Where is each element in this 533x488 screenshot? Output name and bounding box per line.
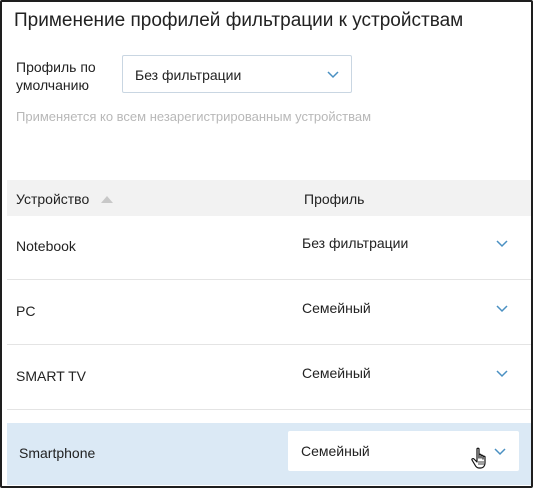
sort-ascending-icon[interactable] [101,196,113,203]
table-row: SMART TV Семейный [7,346,531,410]
table-row-selected: Smartphone Семейный [7,423,531,485]
profile-select-value[interactable]: Семейный [302,300,371,316]
device-name: Notebook [16,238,76,254]
default-profile-label: Профиль по умолчанию [16,59,96,93]
device-name: Smartphone [19,445,96,461]
column-header-profile: Профиль [304,191,365,207]
device-name: PC [16,303,36,319]
chevron-down-icon[interactable] [496,305,508,313]
table-row: Notebook Без фильтрации [7,216,531,280]
default-profile-select[interactable]: Без фильтрации [122,55,352,93]
default-profile-value: Без фильтрации [135,67,242,83]
profile-select-value: Семейный [301,443,370,459]
chevron-down-icon[interactable] [496,370,508,378]
chevron-down-icon [494,448,506,456]
page-title: Применение профилей фильтрации к устройс… [14,10,464,31]
column-header-device[interactable]: Устройство [16,191,89,207]
table-row: PC Семейный [7,281,531,345]
table-header: Устройство Профиль [7,180,531,216]
dialog-window: Применение профилей фильтрации к устройс… [0,0,533,488]
profile-select-value[interactable]: Семейный [302,365,371,381]
device-name: SMART TV [16,368,87,384]
chevron-down-icon [327,71,339,79]
chevron-down-icon[interactable] [496,240,508,248]
hand-pointer-icon [471,447,486,469]
default-profile-hint: Применяется ко всем незарегистрированным… [16,109,372,124]
profile-select-value[interactable]: Без фильтрации [302,235,408,251]
